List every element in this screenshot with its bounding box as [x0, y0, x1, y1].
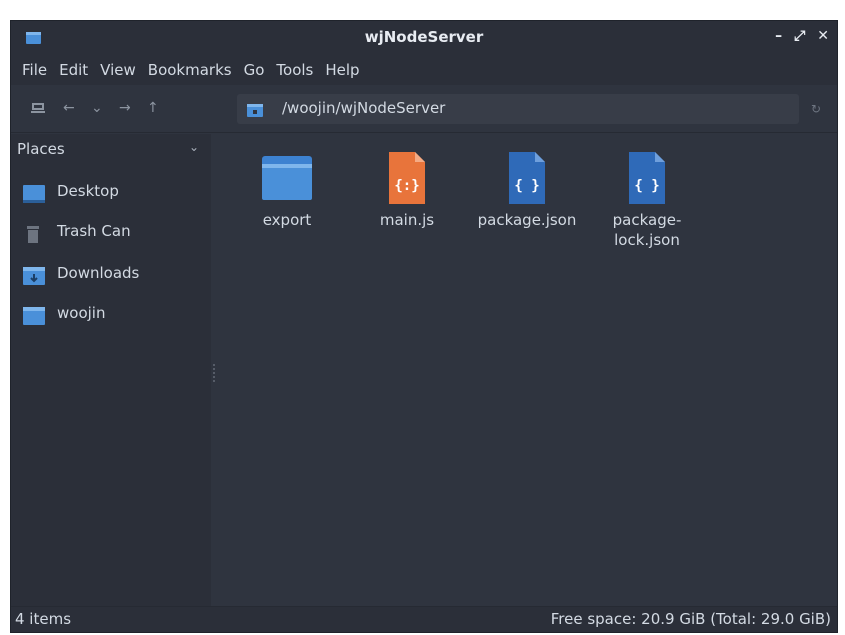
up-icon[interactable]: ↑ — [147, 100, 159, 116]
menu-bar: File Edit View Bookmarks Go Tools Help — [11, 54, 837, 85]
javascript-file-icon: {:} — [389, 152, 425, 204]
menu-view[interactable]: View — [95, 61, 141, 79]
folder-icon — [247, 104, 263, 117]
file-name: export — [262, 211, 312, 229]
sidebar: Places ⌄ Desktop Trash Can Downloads woo… — [11, 134, 211, 607]
file-view: export {:} main.js { } package.json {} … — [217, 134, 837, 607]
location-bar[interactable]: /woojin/wjNodeServer ↻ — [237, 94, 821, 124]
close-button[interactable]: ✕ — [817, 28, 829, 44]
menu-go[interactable]: Go — [239, 61, 270, 79]
back-icon[interactable]: ← — [63, 100, 75, 116]
maximize-button[interactable]: ⤢ — [794, 28, 805, 44]
sidebar-item-trash[interactable]: Trash Can — [11, 218, 211, 250]
chevron-down-icon[interactable]: ⌄ — [189, 140, 199, 154]
menu-help[interactable]: Help — [320, 61, 364, 79]
sidebar-item-label: Desktop — [57, 182, 119, 200]
file-name: main.js — [379, 211, 435, 229]
desktop-icon — [23, 185, 45, 203]
sidebar-item-label: woojin — [57, 304, 106, 322]
downloads-folder-icon — [23, 267, 45, 285]
location-path[interactable]: /woojin/wjNodeServer — [282, 99, 445, 117]
file-name: package- lock.json — [612, 211, 682, 249]
sidebar-item-downloads[interactable]: Downloads — [11, 260, 211, 292]
free-space: Free space: 20.9 GiB (Total: 29.0 GiB) — [550, 610, 831, 628]
svg-text:{:}: {:} — [394, 178, 419, 194]
sidebar-item-desktop[interactable]: Desktop — [11, 178, 211, 210]
window-title: wjNodeServer — [364, 28, 484, 46]
places-label: Places — [17, 140, 65, 158]
sidebar-item-woojin[interactable]: woojin — [11, 300, 211, 332]
places-header[interactable]: Places ⌄ — [17, 140, 205, 170]
menu-tools[interactable]: Tools — [271, 61, 318, 79]
json-file-icon: { } — [629, 152, 665, 204]
title-bar[interactable]: wjNodeServer – ⤢ ✕ — [11, 21, 837, 54]
refresh-icon[interactable]: ↻ — [811, 102, 821, 116]
file-item-package-json[interactable]: { } package.json — [467, 152, 587, 230]
svg-text:{ }: { } — [634, 178, 659, 194]
file-name: package.json — [477, 211, 577, 229]
menu-file[interactable]: File — [17, 61, 52, 79]
home-folder-icon — [23, 307, 45, 325]
menu-edit[interactable]: Edit — [54, 61, 93, 79]
svg-text:{ }: { } — [514, 178, 539, 194]
status-bar: 4 items Free space: 20.9 GiB (Total: 29.… — [11, 606, 837, 632]
file-manager-window: wjNodeServer – ⤢ ✕ File Edit View Bookma… — [10, 20, 838, 633]
folder-icon — [262, 156, 312, 200]
minimize-button[interactable]: – — [775, 28, 782, 44]
json-file-icon: { } — [509, 152, 545, 204]
forward-icon[interactable]: → — [119, 100, 131, 116]
trash-icon — [27, 226, 39, 243]
history-dropdown-icon[interactable]: ⌄ — [91, 100, 103, 116]
file-item-package-lock-json[interactable]: { } package- lock.json — [587, 152, 707, 250]
sidebar-item-label: Downloads — [57, 264, 140, 282]
menu-bookmarks[interactable]: Bookmarks — [143, 61, 237, 79]
file-item-export[interactable]: export — [227, 152, 347, 230]
toolbar: ← ⌄ → ↑ /woojin/wjNodeServer ↻ — [11, 85, 837, 133]
item-count: 4 items — [15, 610, 72, 628]
computer-icon[interactable] — [31, 102, 45, 114]
file-item-main-js[interactable]: {:} main.js — [347, 152, 467, 230]
sidebar-item-label: Trash Can — [57, 222, 131, 240]
